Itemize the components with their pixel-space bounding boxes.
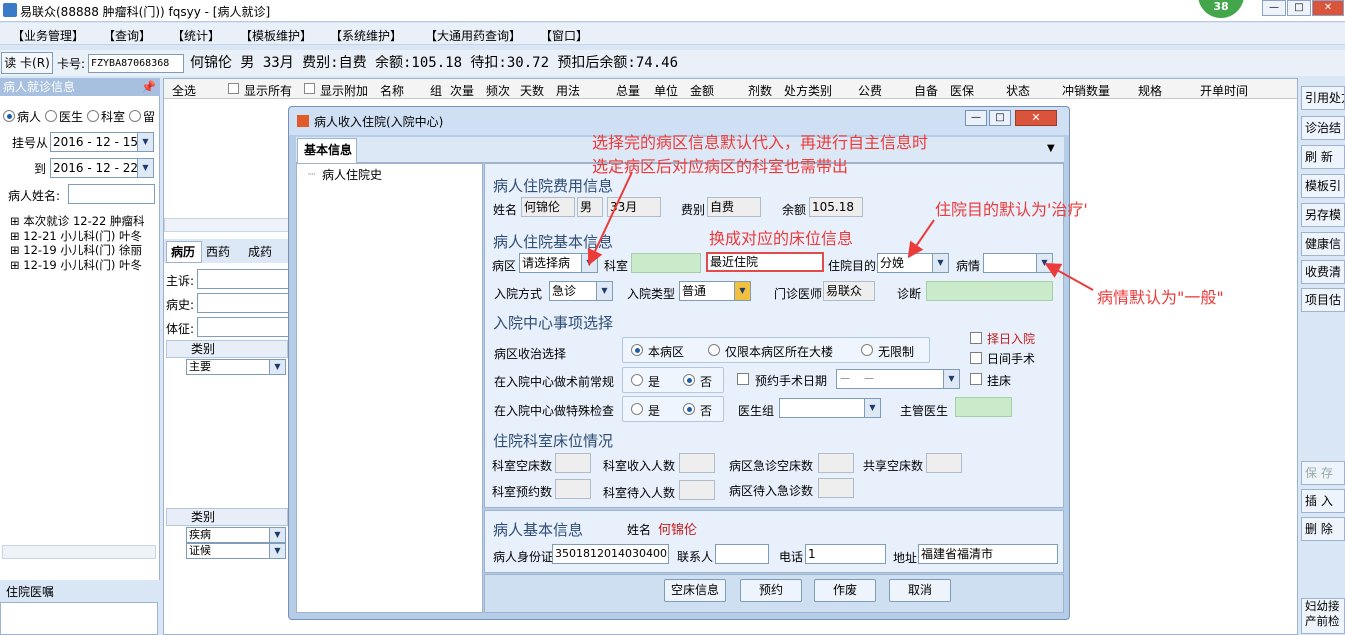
arrow-to-purpose xyxy=(907,219,935,259)
arrow-to-ward xyxy=(587,171,633,266)
annotation-arrows xyxy=(587,171,1094,291)
arrow-to-condition xyxy=(1044,263,1094,291)
